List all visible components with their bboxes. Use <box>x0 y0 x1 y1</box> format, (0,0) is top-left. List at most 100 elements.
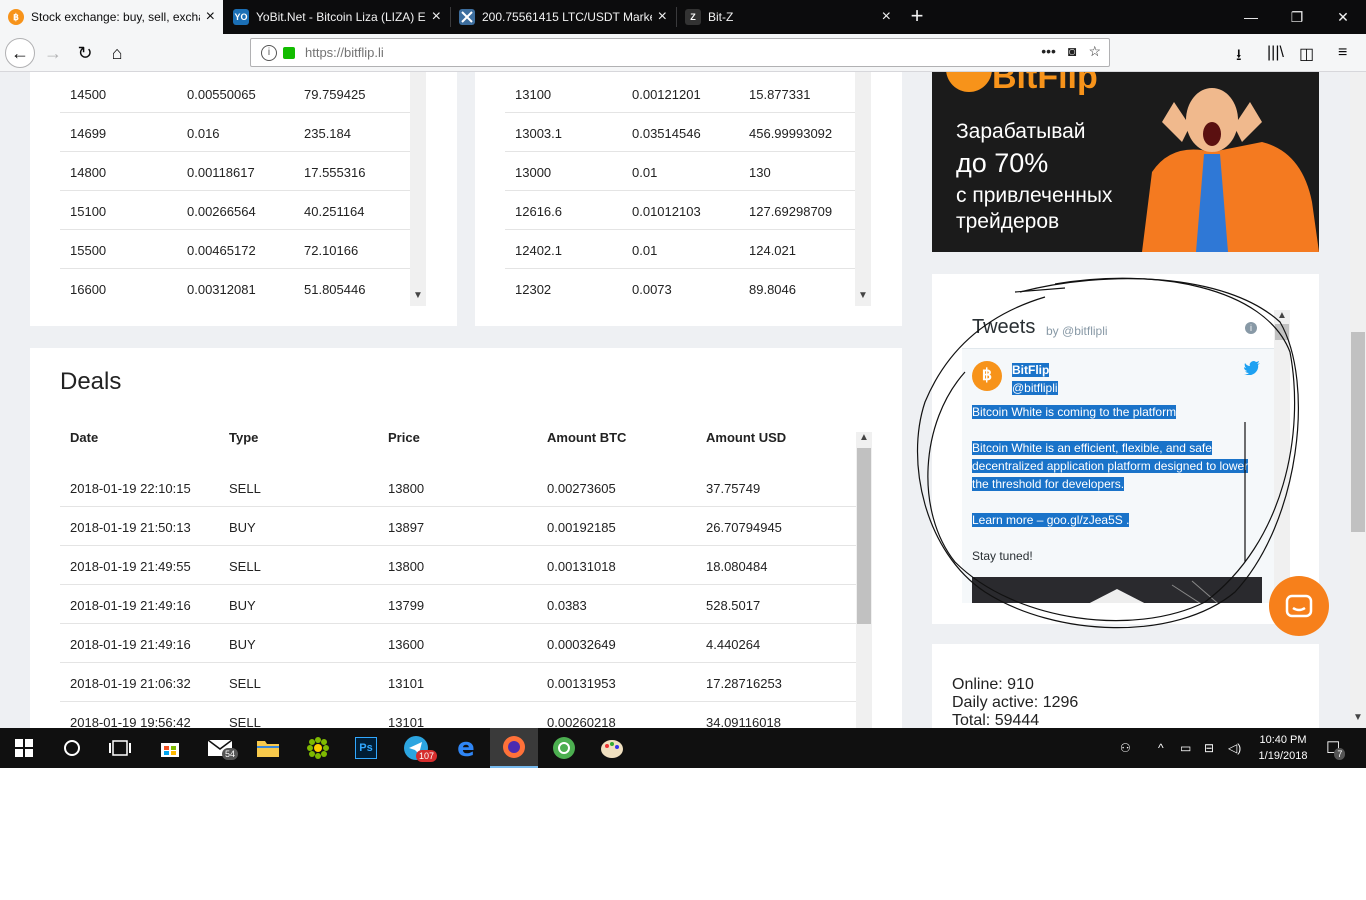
chevron-up-icon[interactable]: ▲ <box>856 432 872 446</box>
close-icon[interactable]: × <box>658 9 667 25</box>
tab-stock-exchange[interactable]: ฿ Stock exchange: buy, sell, excha × <box>0 0 223 34</box>
price-cell: 13600 <box>388 637 425 652</box>
amount-cell: 0.00312081 <box>187 282 256 297</box>
type-cell: SELL <box>229 715 261 728</box>
battery-icon[interactable]: ▭ <box>1180 728 1191 768</box>
menu-icon[interactable]: ≡ <box>1338 44 1347 62</box>
amount-btc-cell: 0.0383 <box>547 598 587 613</box>
library-icon[interactable]: |||\ <box>1267 44 1284 62</box>
firefox-icon[interactable] <box>490 728 538 768</box>
close-icon[interactable]: × <box>882 9 891 25</box>
stats-card: Online: 910 Daily active: 1296 Total: 59… <box>932 644 1319 728</box>
bitcoin-icon: ฿ <box>8 9 24 25</box>
task-view-icon[interactable] <box>96 728 144 768</box>
bitz-icon: Z <box>685 9 701 25</box>
table-row: 12402.1 0.01 124.021 <box>505 230 855 269</box>
mail-icon[interactable]: 54 <box>196 728 244 768</box>
scroll-thumb[interactable] <box>1351 332 1365 532</box>
app-green-icon[interactable] <box>540 728 588 768</box>
total-cell: 89.8046 <box>749 282 796 297</box>
bookmark-star-icon[interactable]: ☆ <box>1088 43 1101 60</box>
date-cell: 2018-01-19 21:49:55 <box>70 559 191 574</box>
sidebar-icon[interactable]: ◫ <box>1299 44 1314 64</box>
file-explorer-icon[interactable] <box>244 728 292 768</box>
chevron-down-icon[interactable]: ▼ <box>1350 712 1366 726</box>
sell-orders-scrollbar[interactable]: ▼ <box>410 72 426 306</box>
system-clock[interactable]: 10:40 PM 1/19/2018 <box>1248 732 1318 764</box>
new-tab-button[interactable]: + <box>904 3 930 31</box>
edge-icon[interactable]: e <box>442 728 490 768</box>
pocket-icon[interactable]: ◙ <box>1068 43 1076 60</box>
volume-icon[interactable]: ◁) <box>1228 728 1241 768</box>
chevron-up-icon[interactable]: ^ <box>1158 728 1164 768</box>
price-cell: 13799 <box>388 598 425 613</box>
forward-button[interactable]: → <box>38 38 68 68</box>
people-icon[interactable]: ⚇ <box>1120 728 1131 768</box>
search-icon[interactable] <box>48 728 96 768</box>
table-row: 16600 0.00312081 51.805446 <box>60 269 410 308</box>
back-button[interactable]: ← <box>5 38 35 68</box>
window-close-button[interactable]: ✕ <box>1320 0 1366 34</box>
total-cell: 72.10166 <box>304 243 359 258</box>
minimize-button[interactable]: — <box>1228 0 1274 34</box>
info-icon[interactable]: i <box>261 44 277 61</box>
total-cell: 15.877331 <box>749 87 811 102</box>
price-cell: 15500 <box>70 243 107 258</box>
network-icon[interactable]: ⊟ <box>1204 728 1214 768</box>
tab-bit-z[interactable]: Z Bit-Z × <box>677 0 899 34</box>
table-row: 14800 0.00118617 17.555316 <box>60 152 410 191</box>
paint-icon[interactable] <box>588 728 636 768</box>
banner-line: Зарабатывай <box>956 120 1086 143</box>
url-text[interactable]: https://bitflip.li <box>305 45 384 60</box>
photoshop-icon[interactable]: Ps <box>342 728 390 768</box>
telegram-icon[interactable]: 107 <box>392 728 440 768</box>
table-row: 2018-01-19 21:50:13 BUY 13897 0.00192185… <box>60 507 856 546</box>
url-actions: ••• ◙ ☆ <box>1041 43 1101 60</box>
buy-orders-card: 13100 0.00121201 15.877331 13003.1 0.035… <box>475 72 902 326</box>
price-cell: 12402.1 <box>515 243 562 258</box>
deals-scrollbar[interactable]: ▲ <box>856 432 872 728</box>
windows-start-icon[interactable] <box>0 728 48 768</box>
price-cell: 13101 <box>388 676 425 691</box>
shouting-man-image <box>1142 88 1319 252</box>
sell-orders-card: 14500 0.00550065 79.759425 14699 0.016 2… <box>30 72 457 326</box>
total-count: Total: 59444 <box>952 712 1040 728</box>
column-header-amount-usd: Amount USD <box>706 430 787 445</box>
close-icon[interactable]: × <box>206 9 215 25</box>
tab-yobit[interactable]: YO YoBit.Net - Bitcoin Liza (LIZA) E × <box>225 0 449 34</box>
page-scrollbar[interactable]: ▼ <box>1350 72 1366 728</box>
reload-button[interactable]: ↻ <box>70 38 100 68</box>
buy-orders-scrollbar[interactable]: ▼ <box>855 72 871 306</box>
scroll-thumb[interactable] <box>857 448 871 624</box>
deals-title: Deals <box>60 368 122 395</box>
bitflip-banner[interactable]: BitFlip Зарабатывай до 70% с привлеченны… <box>932 72 1319 252</box>
type-cell: BUY <box>229 598 256 613</box>
close-icon[interactable]: × <box>432 9 441 25</box>
download-icon[interactable]: ⭳ <box>1236 44 1242 71</box>
telegram-badge: 107 <box>416 750 438 762</box>
notification-badge: 7 <box>1334 748 1346 760</box>
column-header-price: Price <box>388 430 420 445</box>
amount-cell: 0.00465172 <box>187 243 256 258</box>
annotation-scribble <box>916 277 1299 629</box>
tab-ltc-usdt-market[interactable]: 200.75561415 LTC/USDT Market × <box>451 0 675 34</box>
store-icon[interactable] <box>146 728 194 768</box>
home-button[interactable]: ⌂ <box>102 38 132 68</box>
type-cell: BUY <box>229 520 256 535</box>
date-cell: 2018-01-19 19:56:42 <box>70 715 191 728</box>
tab-bar: ฿ Stock exchange: buy, sell, excha × YO … <box>0 0 1366 34</box>
chevron-down-icon[interactable]: ▼ <box>410 290 426 304</box>
page-actions-icon[interactable]: ••• <box>1041 43 1056 60</box>
table-row: 2018-01-19 19:56:42 SELL 13101 0.0026021… <box>60 702 856 728</box>
restore-button[interactable]: ❐ <box>1274 0 1320 34</box>
price-cell: 12302 <box>515 282 552 297</box>
chat-icon <box>1285 594 1313 618</box>
tab-title: Bit-Z <box>708 10 734 24</box>
notification-center-icon[interactable]: ☐ 7 <box>1326 728 1351 768</box>
url-bar[interactable]: i https://bitflip.li ••• ◙ ☆ <box>250 38 1110 67</box>
total-cell: 130 <box>749 165 771 180</box>
chevron-down-icon[interactable]: ▼ <box>855 290 871 304</box>
photoshop-badge: Ps <box>355 737 377 759</box>
chat-button[interactable] <box>1269 576 1329 636</box>
icq-icon[interactable] <box>294 728 342 768</box>
